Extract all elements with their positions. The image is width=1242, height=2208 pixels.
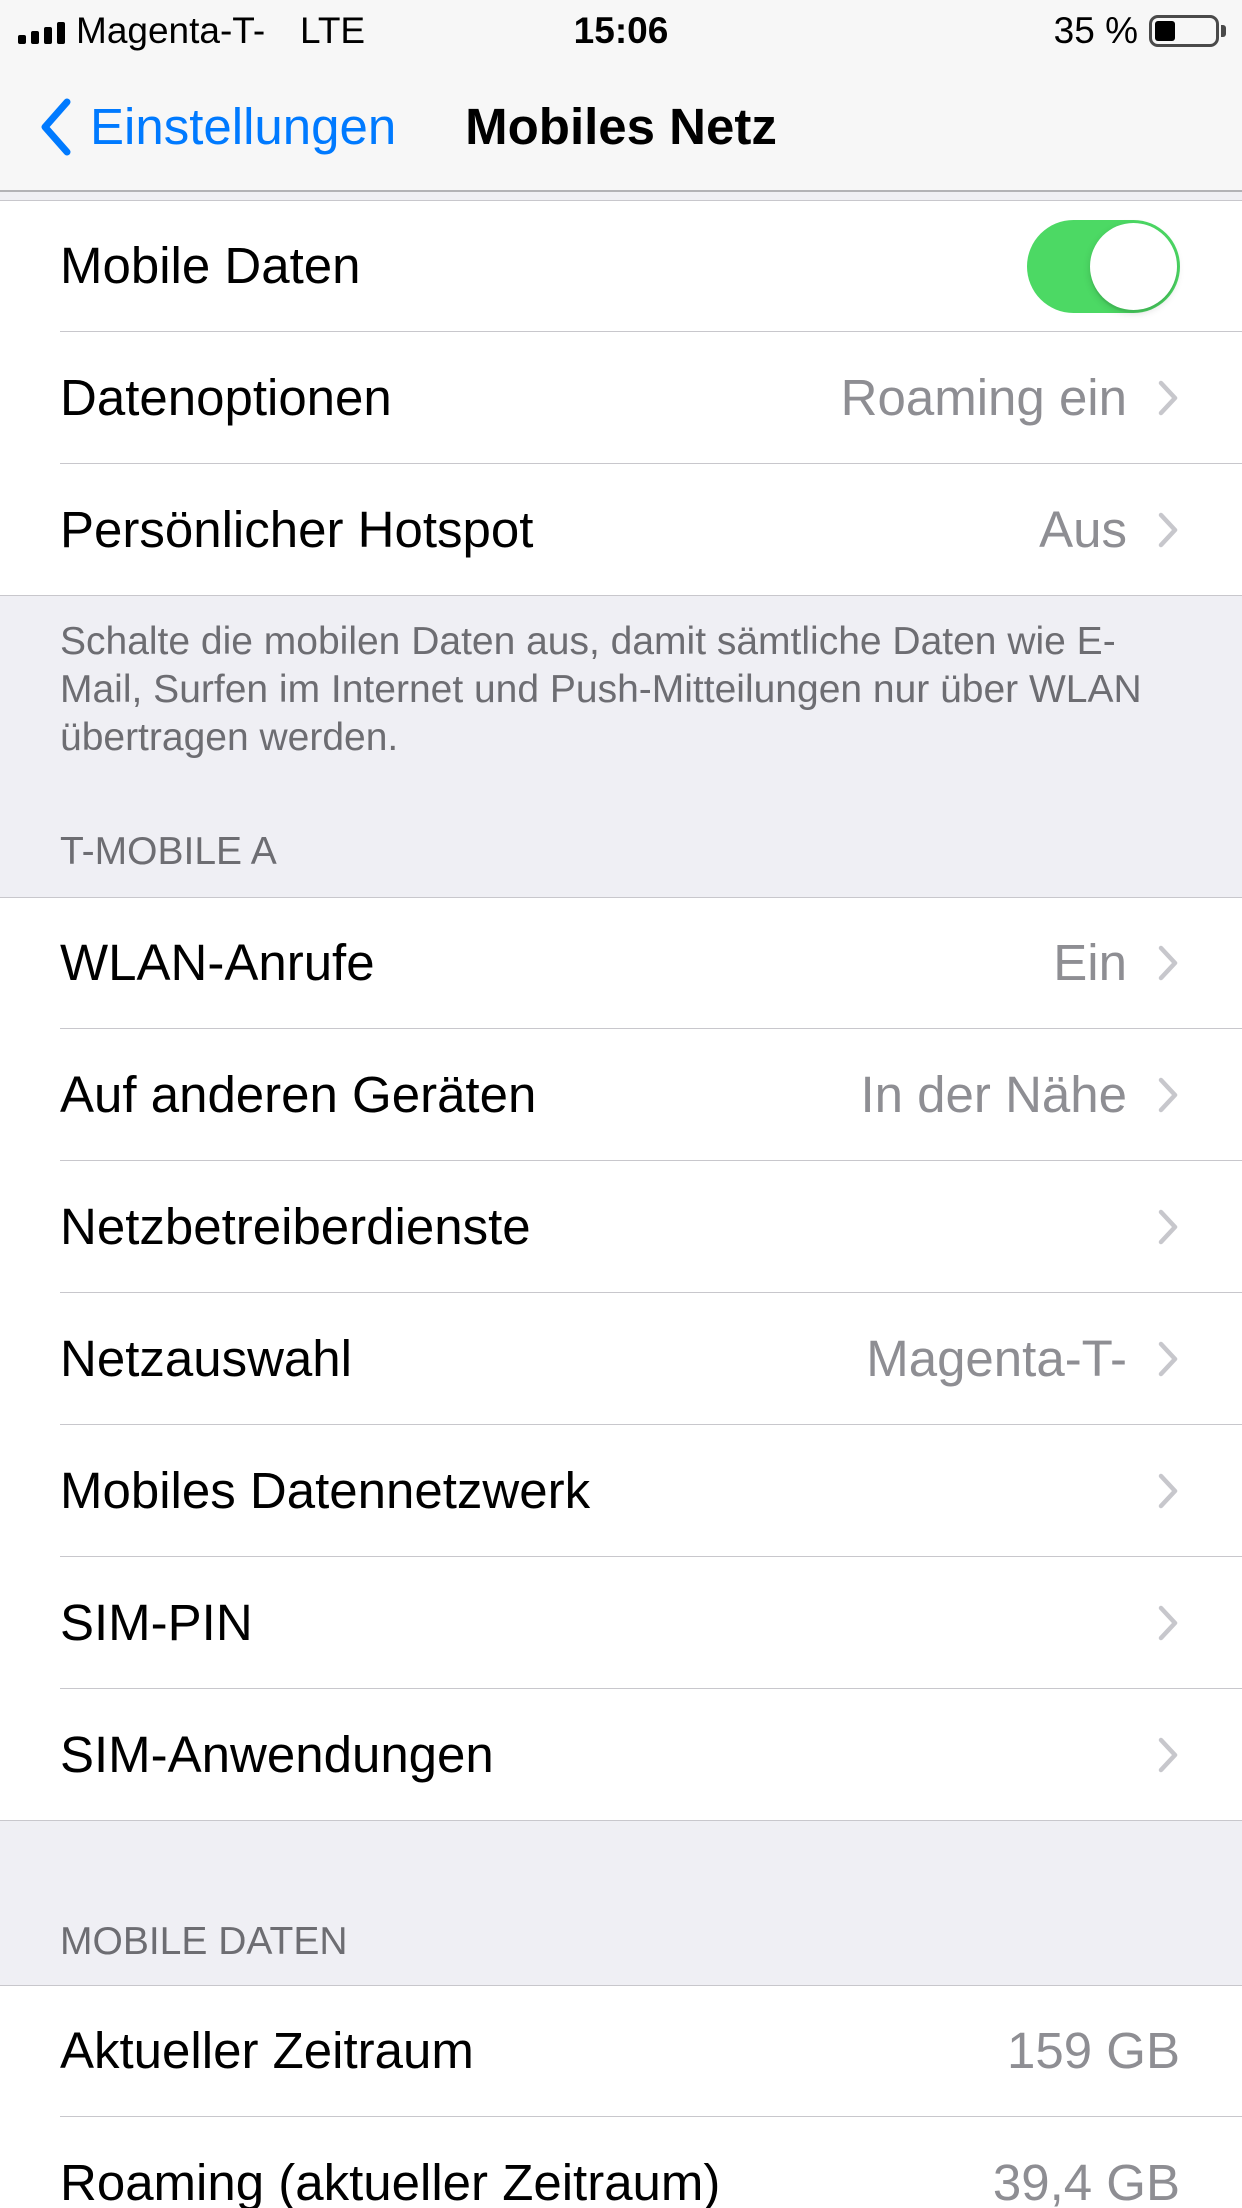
- signal-bar: [18, 35, 26, 44]
- row-label: SIM-Anwendungen: [60, 1726, 494, 1783]
- chevron-right-icon: [1158, 1077, 1178, 1113]
- row-carrier-services[interactable]: Netzbetreiberdienste: [0, 1161, 1242, 1293]
- row-current-period: Aktueller Zeitraum 159 GB: [0, 1985, 1242, 2117]
- row-label: WLAN-Anrufe: [60, 934, 375, 991]
- row-value: 159 GB: [1007, 2022, 1180, 2079]
- battery-icon: [1149, 15, 1219, 47]
- settings-list[interactable]: Mobile Daten Datenoptionen Roaming ein P…: [0, 192, 1242, 2208]
- battery-percentage: 35 %: [1053, 10, 1138, 51]
- row-label: Mobile Daten: [60, 237, 361, 294]
- row-other-devices[interactable]: Auf anderen Geräten In der Nähe: [0, 1029, 1242, 1161]
- cellular-signal-icon: [18, 22, 65, 44]
- page-title: Mobiles Netz: [465, 98, 777, 155]
- row-value: In der Nähe: [860, 1066, 1127, 1123]
- row-label: Datenoptionen: [60, 369, 392, 426]
- row-sim-pin[interactable]: SIM-PIN: [0, 1557, 1242, 1689]
- status-bar: Magenta-T- LTE 15:06 35 %: [0, 0, 1242, 62]
- battery-level-fill: [1155, 21, 1176, 41]
- mobile-data-group: Mobile Daten Datenoptionen Roaming ein P…: [0, 200, 1242, 596]
- chevron-right-icon: [1158, 380, 1178, 416]
- switch-knob: [1090, 222, 1177, 310]
- row-cellular-data-network[interactable]: Mobiles Datennetzwerk: [0, 1425, 1242, 1557]
- carrier-group: WLAN-Anrufe Ein Auf anderen Geräten In d…: [0, 897, 1242, 1821]
- back-button-label: Einstellungen: [90, 98, 397, 155]
- signal-bar: [57, 22, 65, 44]
- row-roaming-current-period: Roaming (aktueller Zeitraum) 39,4 GB: [0, 2117, 1242, 2208]
- status-time: 15:06: [573, 10, 669, 51]
- row-label: Netzauswahl: [60, 1330, 352, 1387]
- settings-screen: Magenta-T- LTE 15:06 35 % Einstellungen …: [0, 0, 1242, 2208]
- back-button[interactable]: Einstellungen: [38, 97, 396, 157]
- data-usage-group: Aktueller Zeitraum 159 GB Roaming (aktue…: [0, 1985, 1242, 2208]
- row-data-options[interactable]: Datenoptionen Roaming ein: [0, 332, 1242, 464]
- row-value: Aus: [1039, 501, 1127, 558]
- chevron-right-icon: [1158, 1605, 1178, 1641]
- section-header: MOBILE DATEN: [0, 1821, 1242, 1985]
- chevron-right-icon: [1158, 1473, 1178, 1509]
- row-mobile-data: Mobile Daten: [0, 200, 1242, 332]
- chevron-left-icon: [41, 98, 71, 156]
- row-label: SIM-PIN: [60, 1594, 253, 1651]
- row-value: Roaming ein: [840, 369, 1127, 426]
- row-personal-hotspot[interactable]: Persönlicher Hotspot Aus: [0, 464, 1242, 596]
- footer-text: Schalte die mobilen Daten aus, damit säm…: [60, 620, 1142, 759]
- section-header-label: MOBILE DATEN: [60, 1920, 348, 1963]
- row-network-selection[interactable]: Netzauswahl Magenta-T-: [0, 1293, 1242, 1425]
- row-sim-applications[interactable]: SIM-Anwendungen: [0, 1689, 1242, 1821]
- row-label: Aktueller Zeitraum: [60, 2022, 474, 2079]
- row-label: Auf anderen Geräten: [60, 1066, 537, 1123]
- chevron-right-icon: [1158, 512, 1178, 548]
- row-label: Roaming (aktueller Zeitraum): [60, 2154, 721, 2208]
- row-value: Magenta-T-: [866, 1330, 1127, 1387]
- chevron-right-icon: [1158, 1209, 1178, 1245]
- row-value: Ein: [1053, 934, 1127, 991]
- row-label: Netzbetreiberdienste: [60, 1198, 531, 1255]
- mobile-data-footer: Schalte die mobilen Daten aus, damit säm…: [0, 596, 1242, 762]
- row-label: Persönlicher Hotspot: [60, 501, 534, 558]
- row-wifi-calling[interactable]: WLAN-Anrufe Ein: [0, 897, 1242, 1029]
- section-header: T-MOBILE A: [0, 762, 1242, 897]
- signal-bar: [31, 31, 39, 44]
- network-type: LTE: [300, 10, 366, 51]
- battery-terminal: [1221, 25, 1226, 37]
- row-value: 39,4 GB: [992, 2154, 1180, 2208]
- chevron-right-icon: [1158, 945, 1178, 981]
- mobile-data-switch[interactable]: [1027, 219, 1180, 313]
- chevron-right-icon: [1158, 1341, 1178, 1377]
- section-header-label: T-MOBILE A: [60, 830, 277, 873]
- row-label: Mobiles Datennetzwerk: [60, 1462, 591, 1519]
- chevron-right-icon: [1158, 1737, 1178, 1773]
- carrier-name: Magenta-T-: [76, 10, 266, 51]
- list-top-spacer: [0, 192, 1242, 200]
- top-bar: Magenta-T- LTE 15:06 35 % Einstellungen …: [0, 0, 1242, 192]
- signal-bar: [44, 27, 52, 44]
